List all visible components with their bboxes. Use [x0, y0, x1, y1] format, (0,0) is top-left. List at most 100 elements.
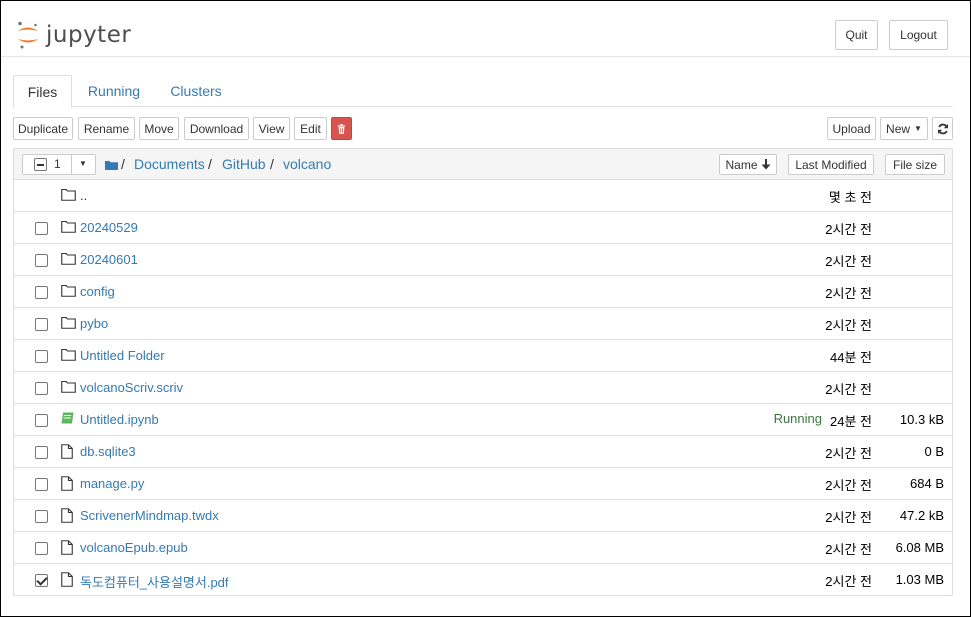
- file-size: 47.2 kB: [899, 508, 944, 523]
- row-checkbox[interactable]: [35, 254, 48, 267]
- folder-icon: [61, 284, 76, 299]
- file-icon: [61, 540, 76, 555]
- breadcrumb-separator: /: [208, 156, 212, 172]
- row-checkbox[interactable]: [35, 222, 48, 235]
- row-checkbox[interactable]: [35, 446, 48, 459]
- file-row[interactable]: db.sqlite3 2시간 전 0 B: [14, 436, 952, 468]
- file-name-link[interactable]: 독도컴퓨터_사용설명서.pdf: [80, 572, 229, 591]
- row-checkbox[interactable]: [35, 350, 48, 363]
- file-list: 1 ▼ / Documents / GitHub / volcano Name …: [13, 148, 953, 596]
- tab-clusters[interactable]: Clusters: [161, 75, 231, 107]
- breadcrumb-documents[interactable]: Documents: [134, 156, 205, 172]
- notebook-icon: [61, 412, 76, 427]
- file-size: 1.03 MB: [895, 572, 944, 587]
- file-name-link[interactable]: pybo: [80, 316, 108, 331]
- folder-icon: [61, 348, 76, 363]
- last-modified: 2시간 전: [825, 542, 872, 557]
- file-row[interactable]: volcanoEpub.epub 2시간 전 6.08 MB: [14, 532, 952, 564]
- folder-icon: [61, 252, 76, 267]
- file-row[interactable]: 20240529 2시간 전: [14, 212, 952, 244]
- file-row[interactable]: Untitled.ipynb Running 24분 전 10.3 kB: [14, 404, 952, 436]
- tab-files[interactable]: Files: [13, 75, 72, 108]
- last-modified: 2시간 전: [825, 318, 872, 333]
- row-checkbox[interactable]: [35, 478, 48, 491]
- new-label: New: [886, 121, 911, 136]
- dropdown-divider: [71, 155, 72, 174]
- file-row[interactable]: volcanoScriv.scriv 2시간 전: [14, 372, 952, 404]
- delete-button[interactable]: [331, 117, 352, 140]
- row-checkbox[interactable]: [35, 510, 48, 523]
- download-button[interactable]: Download: [184, 117, 249, 140]
- logout-button[interactable]: Logout: [889, 20, 948, 50]
- row-checkbox[interactable]: [35, 382, 48, 395]
- row-checkbox[interactable]: [35, 286, 48, 299]
- file-row[interactable]: Untitled Folder 44분 전: [14, 340, 952, 372]
- file-list-header: 1 ▼ / Documents / GitHub / volcano Name …: [14, 149, 952, 180]
- rename-button[interactable]: Rename: [78, 117, 135, 140]
- file-name-link[interactable]: manage.py: [80, 476, 144, 491]
- folder-icon: [61, 220, 76, 235]
- file-name-link[interactable]: ScrivenerMindmap.twdx: [80, 508, 219, 523]
- row-checkbox[interactable]: [35, 414, 48, 427]
- file-name-link[interactable]: 20240601: [80, 252, 138, 267]
- last-modified: 2시간 전: [825, 446, 872, 461]
- select-all-dropdown[interactable]: 1 ▼: [22, 154, 96, 175]
- file-icon: [61, 572, 76, 587]
- last-modified: 몇 초 전: [828, 190, 872, 205]
- trash-icon: [337, 123, 346, 134]
- selected-count: 1: [54, 157, 61, 171]
- file-icon: [61, 508, 76, 523]
- file-name-link[interactable]: volcanoEpub.epub: [80, 540, 188, 555]
- file-name-link[interactable]: volcanoScriv.scriv: [80, 380, 183, 395]
- breadcrumb-separator: /: [270, 156, 274, 172]
- caret-down-icon[interactable]: ▼: [79, 159, 87, 168]
- new-dropdown-button[interactable]: New ▼: [880, 117, 928, 140]
- last-modified: 44분 전: [830, 350, 872, 365]
- last-modified: 2시간 전: [825, 510, 872, 525]
- row-checkbox[interactable]: [35, 318, 48, 331]
- jupyter-logo-icon: [16, 20, 40, 50]
- file-icon: [61, 444, 76, 459]
- jupyter-logo[interactable]: jupyter: [16, 18, 136, 52]
- file-name-link[interactable]: Untitled Folder: [80, 348, 165, 363]
- tab-running[interactable]: Running: [77, 75, 151, 107]
- view-button[interactable]: View: [253, 117, 290, 140]
- duplicate-button[interactable]: Duplicate: [13, 117, 73, 140]
- last-modified: 2시간 전: [825, 478, 872, 493]
- edit-button[interactable]: Edit: [294, 117, 327, 140]
- file-size: 6.08 MB: [895, 540, 944, 555]
- quit-button[interactable]: Quit: [835, 20, 878, 50]
- move-button[interactable]: Move: [139, 117, 179, 140]
- sort-by-modified-button[interactable]: Last Modified: [788, 154, 874, 175]
- select-all-checkbox[interactable]: [34, 158, 47, 171]
- breadcrumb-volcano[interactable]: volcano: [283, 156, 331, 172]
- folder-icon: [61, 316, 76, 331]
- file-row[interactable]: 독도컴퓨터_사용설명서.pdf 2시간 전 1.03 MB: [14, 564, 952, 596]
- file-name-link[interactable]: db.sqlite3: [80, 444, 136, 459]
- breadcrumb-separator: /: [121, 156, 125, 172]
- last-modified: 2시간 전: [825, 382, 872, 397]
- parent-directory-link[interactable]: ..: [80, 188, 87, 203]
- file-row[interactable]: ScrivenerMindmap.twdx 2시간 전 47.2 kB: [14, 500, 952, 532]
- jupyter-logo-text: jupyter: [46, 22, 132, 48]
- file-row[interactable]: 20240601 2시간 전: [14, 244, 952, 276]
- file-row[interactable]: pybo 2시간 전: [14, 308, 952, 340]
- file-name-link[interactable]: config: [80, 284, 115, 299]
- file-row[interactable]: .. 몇 초 전: [14, 180, 952, 212]
- file-name-link[interactable]: Untitled.ipynb: [80, 412, 159, 427]
- folder-icon: [61, 380, 76, 395]
- last-modified: 2시간 전: [825, 254, 872, 269]
- sort-by-size-button[interactable]: File size: [885, 154, 945, 175]
- upload-button[interactable]: Upload: [827, 117, 876, 140]
- home-folder-icon[interactable]: [105, 158, 118, 170]
- breadcrumb-github[interactable]: GitHub: [222, 156, 266, 172]
- file-row[interactable]: manage.py 2시간 전 684 B: [14, 468, 952, 500]
- file-name-link[interactable]: 20240529: [80, 220, 138, 235]
- file-size: 684 B: [910, 476, 944, 491]
- refresh-button[interactable]: [932, 117, 953, 140]
- last-modified: 2시간 전: [825, 286, 872, 301]
- file-row[interactable]: config 2시간 전: [14, 276, 952, 308]
- row-checkbox[interactable]: [35, 542, 48, 555]
- sort-by-name-button[interactable]: Name: [719, 154, 777, 175]
- row-checkbox[interactable]: [35, 574, 48, 587]
